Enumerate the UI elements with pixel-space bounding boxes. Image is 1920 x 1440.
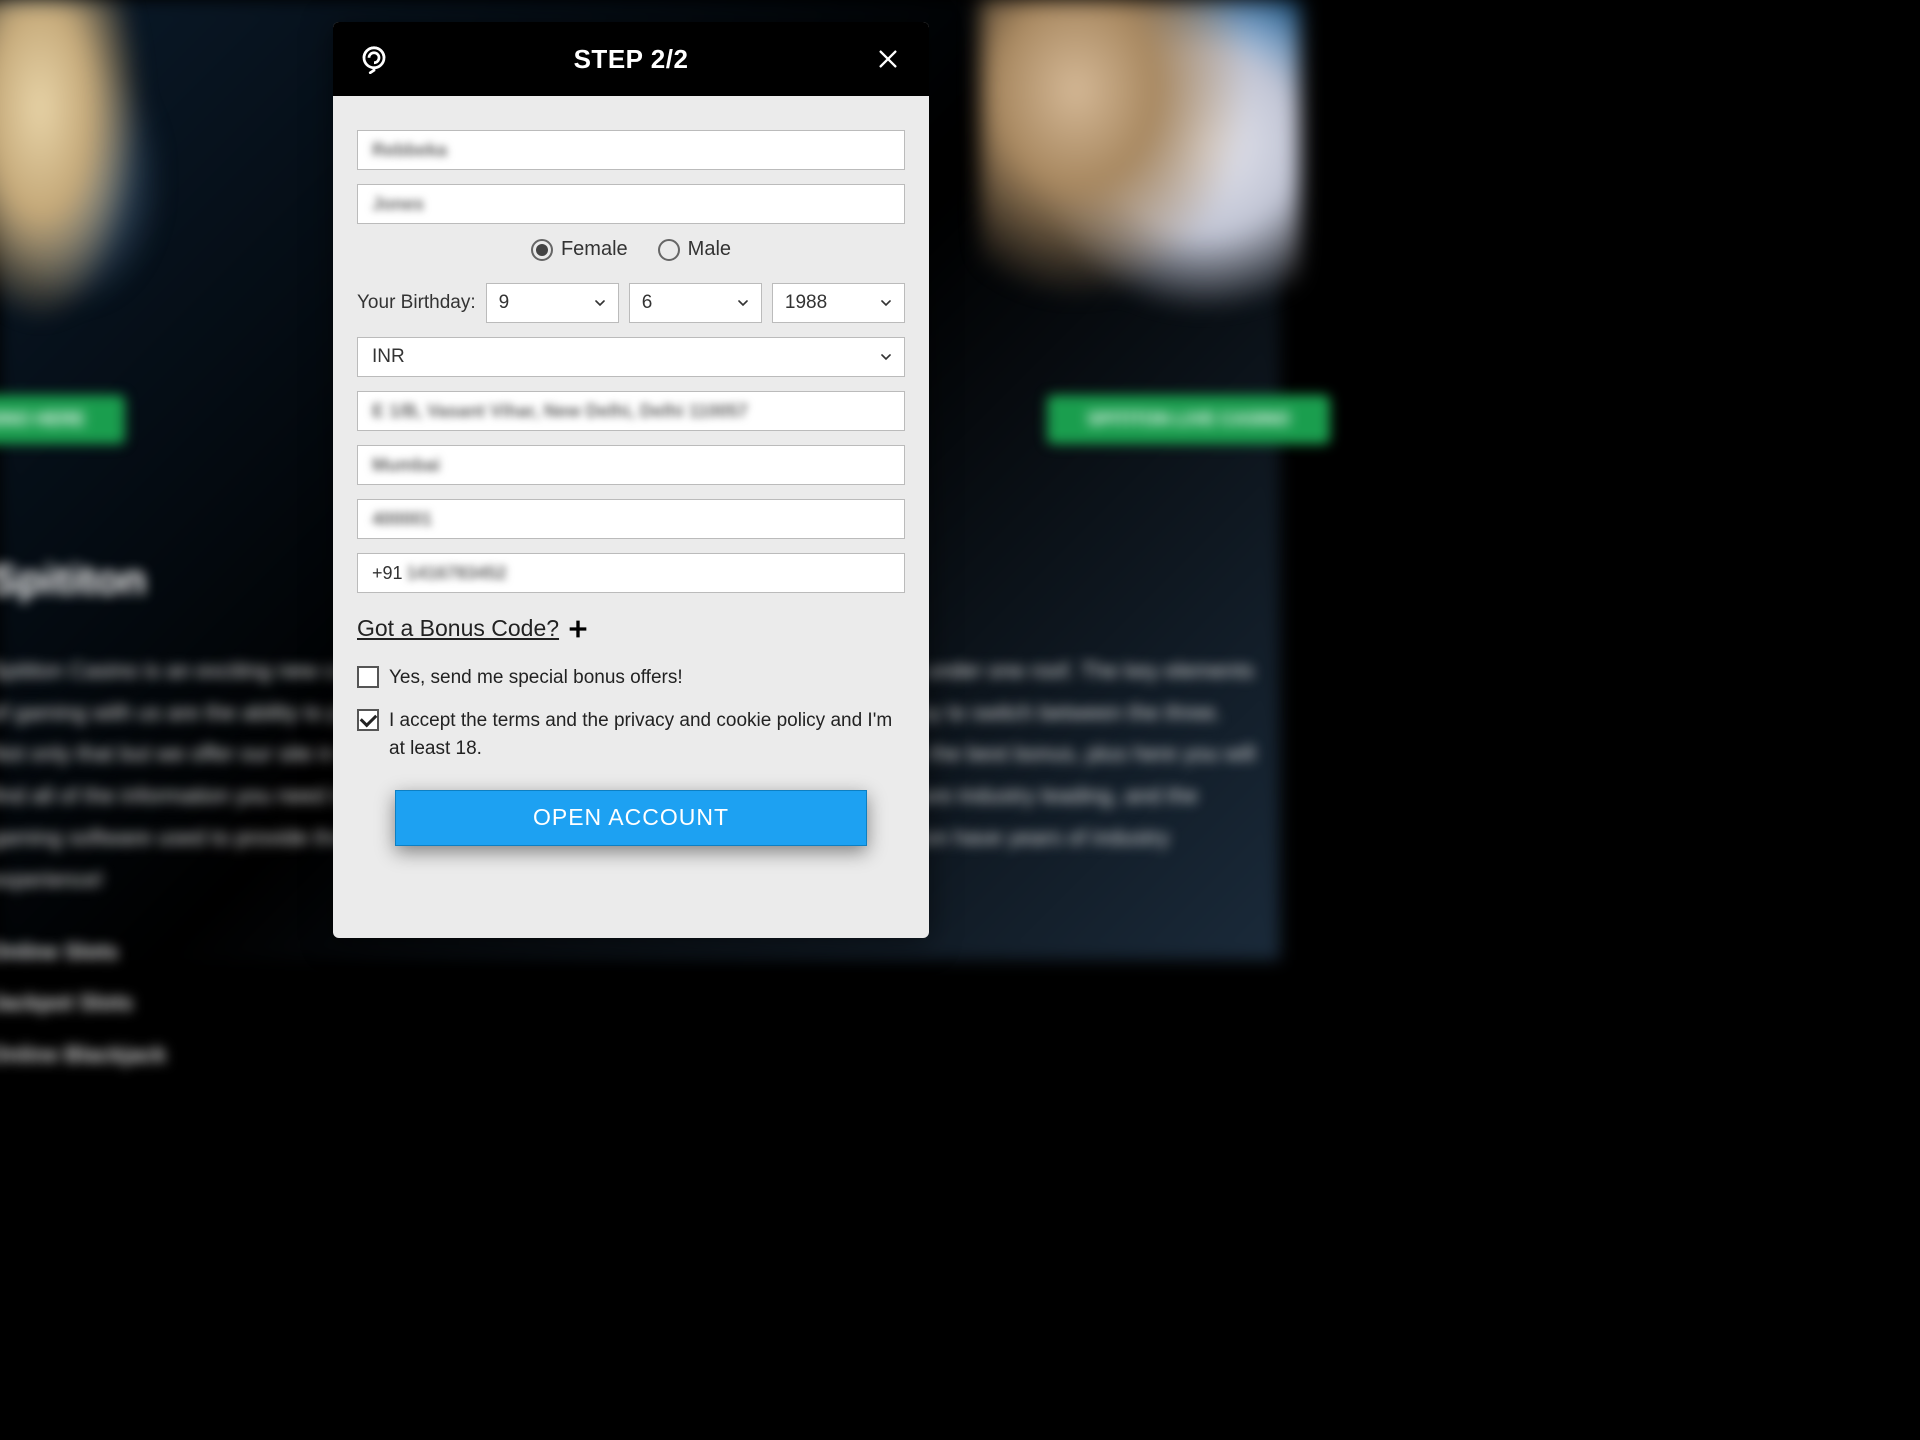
gender-male-radio[interactable]: Male: [658, 238, 731, 261]
chevron-down-icon: [592, 295, 608, 311]
terms-checkbox[interactable]: [357, 709, 379, 731]
gender-row: Female Male: [357, 238, 905, 261]
radio-icon: [531, 239, 553, 261]
last-name-value: Jones: [372, 194, 424, 215]
bg-btn-casino: CASINO HERE: [0, 395, 125, 444]
bonus-code-link[interactable]: Got a Bonus Code?: [357, 615, 905, 642]
chevron-down-icon: [878, 349, 894, 365]
birthday-month-value: 6: [642, 292, 653, 314]
birthday-day-value: 9: [499, 292, 510, 314]
gender-female-radio[interactable]: Female: [531, 238, 628, 261]
plus-icon: [567, 618, 589, 640]
radio-icon: [658, 239, 680, 261]
special-offers-row: Yes, send me special bonus offers!: [357, 664, 905, 693]
city-value: Mumbai: [372, 455, 440, 476]
first-name-input[interactable]: Rebbeka: [357, 130, 905, 170]
close-button[interactable]: [873, 44, 903, 74]
postal-value: 400001: [372, 509, 432, 530]
open-account-button[interactable]: OPEN ACCOUNT: [395, 790, 867, 846]
last-name-input[interactable]: Jones: [357, 184, 905, 224]
modal-body: Rebbeka Jones Female Male Your Birthday:…: [333, 96, 929, 870]
birthday-month-select[interactable]: 6: [629, 283, 762, 323]
phone-input[interactable]: +91 1416783452: [357, 553, 905, 593]
bg-list-item: Online Blackjack: [0, 1034, 1260, 1076]
terms-row: I accept the terms and the privacy and c…: [357, 707, 905, 764]
terms-label: I accept the terms and the privacy and c…: [389, 707, 905, 764]
city-input[interactable]: Mumbai: [357, 445, 905, 485]
support-icon: [359, 44, 389, 74]
chevron-down-icon: [735, 295, 751, 311]
close-icon: [877, 48, 899, 70]
birthday-year-value: 1988: [785, 292, 827, 314]
postal-input[interactable]: 400001: [357, 499, 905, 539]
address-input[interactable]: E 1/B, Vasant Vihar, New Delhi, Delhi 11…: [357, 391, 905, 431]
modal-title: STEP 2/2: [574, 44, 689, 75]
modal-header: STEP 2/2: [333, 22, 929, 96]
special-offers-label: Yes, send me special bonus offers!: [389, 664, 683, 693]
gender-male-label: Male: [688, 238, 731, 261]
birthday-year-select[interactable]: 1988: [772, 283, 905, 323]
bg-list-item: Jackpot Slots: [0, 982, 1260, 1024]
background-art-right: [980, 0, 1300, 360]
currency-select[interactable]: INR: [357, 337, 905, 377]
birthday-row: Your Birthday: 9 6 1988: [357, 283, 905, 323]
birthday-label: Your Birthday:: [357, 292, 476, 314]
address-value: E 1/B, Vasant Vihar, New Delhi, Delhi 11…: [372, 401, 748, 422]
first-name-value: Rebbeka: [372, 140, 447, 161]
bonus-code-label: Got a Bonus Code?: [357, 615, 559, 642]
registration-modal: STEP 2/2 Rebbeka Jones Female Male Your …: [333, 22, 929, 938]
chevron-down-icon: [878, 295, 894, 311]
currency-value: INR: [372, 346, 405, 368]
gender-female-label: Female: [561, 238, 628, 261]
phone-prefix: +91: [372, 563, 403, 584]
special-offers-checkbox[interactable]: [357, 666, 379, 688]
birthday-day-select[interactable]: 9: [486, 283, 619, 323]
background-art-left: [0, 0, 160, 360]
bg-btn-live: SPITITON LIVE CASINO: [1047, 395, 1330, 444]
phone-number: 1416783452: [407, 563, 507, 584]
